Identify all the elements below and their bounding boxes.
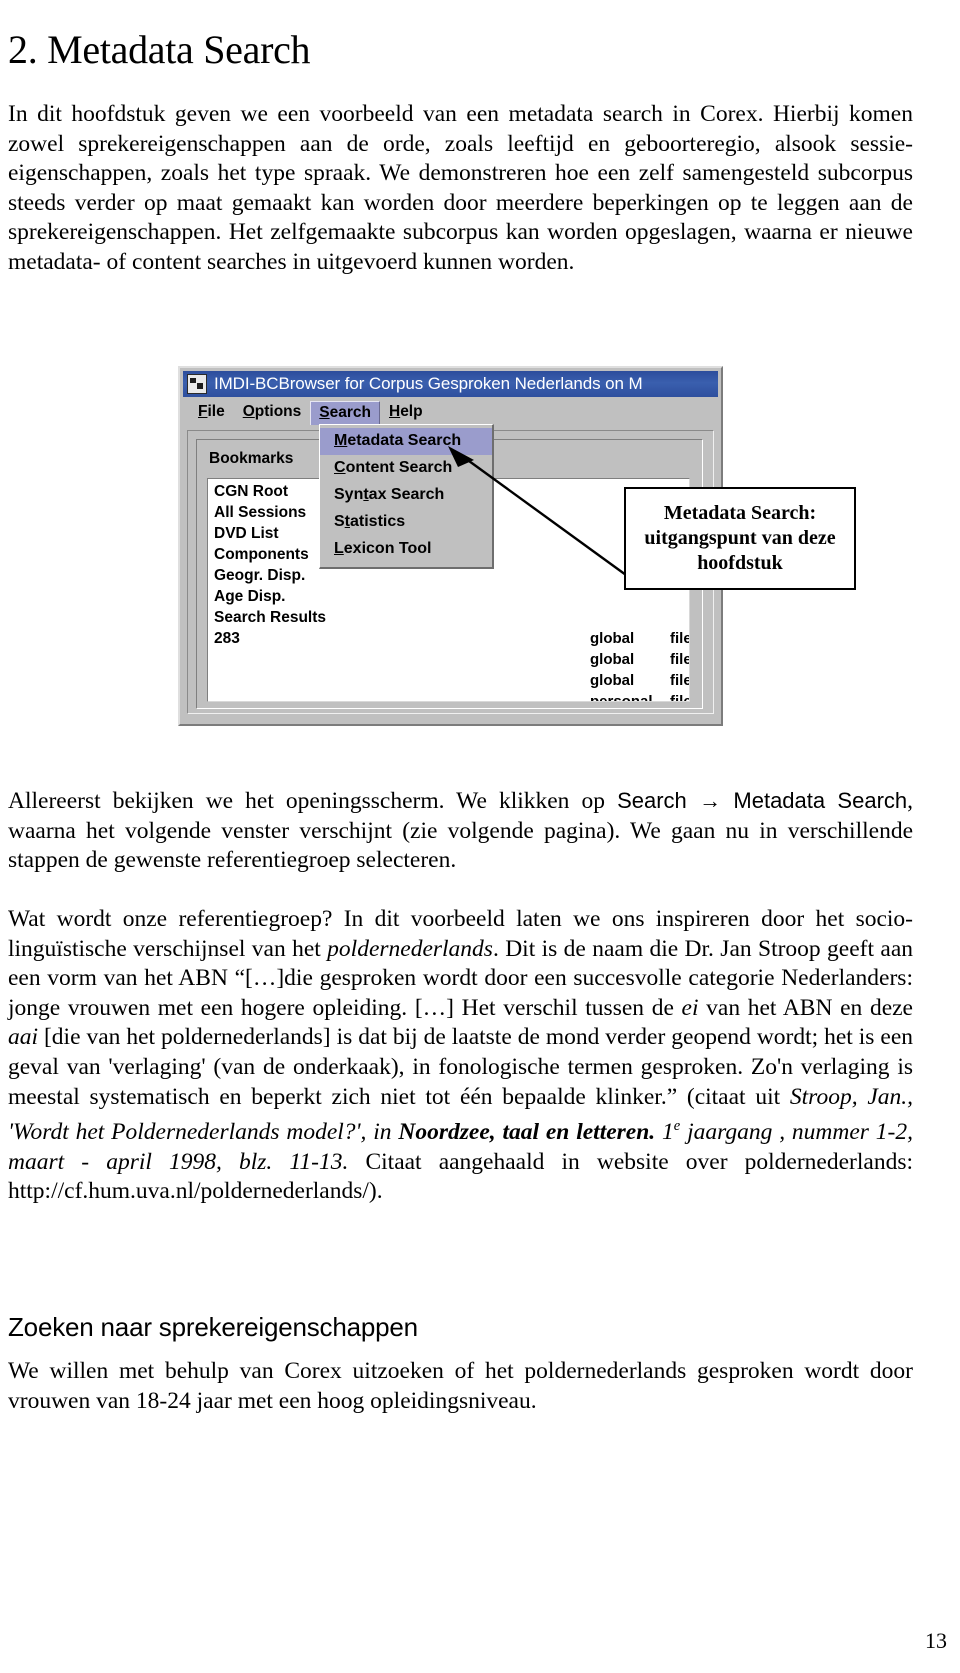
menu-path-search: Search [617, 788, 687, 813]
menu-options[interactable]: Options [234, 400, 311, 425]
citation-volume-number: 1 [655, 1118, 674, 1145]
closing-text: We willen met behulp van Corex uitzoeken… [8, 1358, 913, 1414]
citation-work-title: Noordzee, taal en letteren. [398, 1118, 656, 1145]
menu-item-syntax-search[interactable]: Syntax Search [320, 482, 492, 509]
closing-paragraph: We willen met behulp van Corex uitzoeken… [8, 1357, 913, 1416]
instructions-paragraph: Allereerst bekijken we het openingsscher… [8, 786, 913, 876]
reference-group-paragraph: Wat wordt onze referentiegroep? In dit v… [8, 905, 913, 1207]
callout-text: Metadata Search: uitgangspunt van deze h… [644, 502, 836, 574]
attr-type: file [670, 693, 690, 702]
callout-box: Metadata Search: uitgangspunt van deze h… [624, 487, 856, 590]
menu-help[interactable]: Help [380, 400, 432, 425]
attr-scope: personal [590, 693, 653, 702]
intro-paragraph-text: In dit hoofdstuk geven we een voorbeeld … [8, 101, 913, 275]
application-icon [187, 374, 207, 394]
page-title: 2. Metadata Search [8, 26, 311, 72]
quote-text-d: [die van het poldernederlands] is dat bi… [8, 1024, 913, 1110]
menu-item-lexicon-tool[interactable]: Lexicon Tool [320, 536, 492, 563]
menu-item-content-search[interactable]: Content Search [320, 455, 492, 482]
tree-item-age-disp[interactable]: Age Disp. [214, 586, 424, 607]
attr-scope: global [590, 630, 635, 647]
table-row[interactable]: global file [590, 649, 690, 670]
attr-type: file [670, 630, 690, 647]
term-aai: aai [8, 1024, 39, 1051]
menu-file-label-rest: ile [207, 403, 225, 420]
bookmark-attribute-columns: global file global file global file pers… [590, 628, 690, 702]
table-row[interactable]: global file [590, 670, 690, 691]
menu-path-arrow-icon: → [686, 788, 734, 813]
menu-help-label-rest: elp [400, 403, 423, 420]
page-number: 13 [925, 1628, 947, 1653]
citation-in: in [366, 1118, 399, 1145]
menu-path-metadata-search: Metadata Search [733, 788, 908, 813]
window-title-text: IMDI-BCBrowser for Corpus Gesproken Nede… [214, 374, 643, 393]
menu-item-statistics[interactable]: Statistics [320, 509, 492, 536]
term-ei: ei [681, 994, 699, 1021]
menu-item-lexicon-tool-rest: exicon Tool [343, 540, 432, 557]
menu-item-content-search-rest: ontent Search [345, 459, 453, 476]
tree-item-count[interactable]: 283 [214, 628, 424, 649]
table-row[interactable]: personal file [590, 691, 690, 702]
tree-item-search-results[interactable]: Search Results [214, 607, 424, 628]
intro-paragraph: In dit hoofdstuk geven we een voorbeeld … [8, 100, 913, 278]
menu-file[interactable]: File [189, 400, 234, 425]
attr-scope: global [590, 651, 635, 668]
window-titlebar: IMDI-BCBrowser for Corpus Gesproken Nede… [183, 371, 718, 397]
tab-bookmarks[interactable]: Bookmarks [209, 450, 293, 468]
quote-text-c: van het ABN en deze [698, 994, 913, 1021]
menu-item-metadata-search-rest: etadata Search [347, 432, 462, 449]
menu-item-statistics-rest: atistics [350, 513, 406, 530]
menu-search-label-rest: earch [329, 403, 371, 421]
instructions-text-a: Allereerst bekijken we het openingsscher… [8, 788, 618, 814]
term-poldernederlands: poldernederlands [327, 935, 493, 962]
attr-type: file [670, 651, 690, 668]
menu-item-syntax-search-rest: ax Search [368, 486, 445, 503]
attr-scope: global [590, 672, 635, 689]
table-row[interactable]: global file [590, 628, 690, 649]
document-page: 2. Metadata Search In dit hoofdstuk geve… [0, 0, 960, 1673]
section-heading: Zoeken naar sprekereigenschappen [8, 1311, 418, 1342]
menu-options-label-rest: ptions [254, 403, 302, 420]
menu-item-metadata-search[interactable]: Metadata Search [320, 428, 492, 455]
attr-type: file [670, 672, 690, 689]
menu-search[interactable]: Search [310, 400, 380, 425]
search-dropdown-menu[interactable]: Metadata Search Content Search Syntax Se… [319, 424, 494, 569]
menubar: File Options Search Help [183, 399, 718, 426]
